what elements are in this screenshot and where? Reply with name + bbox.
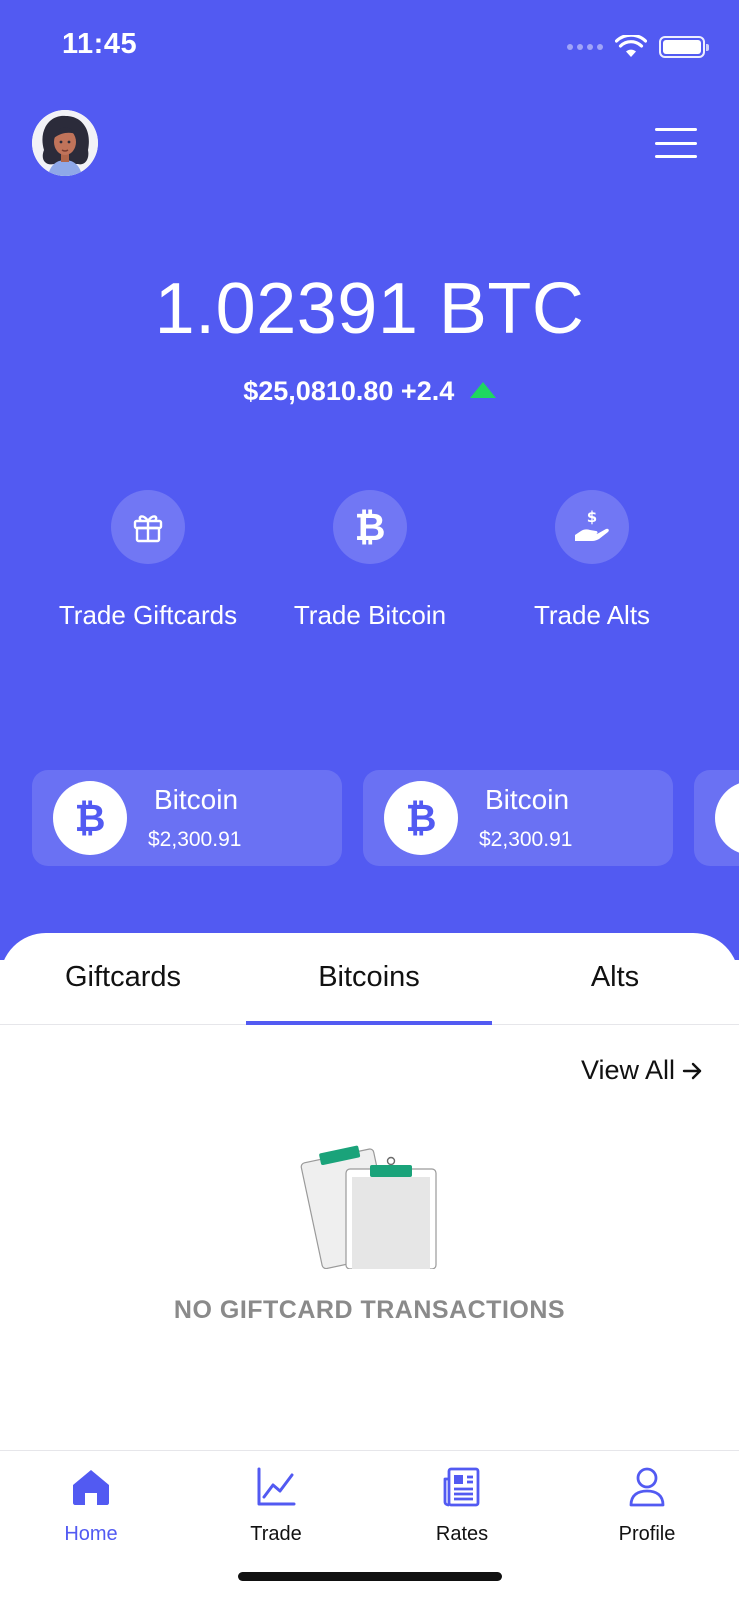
coin-card[interactable]: ₿ Bitcoin $2,300.91: [32, 770, 342, 866]
wallet-hero: 11:45 1.02391 BTC $25,0810.80 +2.4 Trade…: [0, 0, 739, 960]
newspaper-icon: [443, 1467, 480, 1507]
avatar[interactable]: [32, 110, 98, 176]
btc-balance: 1.02391 BTC: [154, 269, 585, 349]
trade-bitcoin-action[interactable]: ₿ Trade Bitcoin: [255, 490, 485, 631]
trend-up-icon: [469, 382, 496, 398]
trade-alts-button[interactable]: $: [555, 490, 629, 564]
nav-profile[interactable]: Profile: [577, 1465, 717, 1546]
trade-alts-label: Trade Alts: [533, 600, 651, 630]
nav-rates-label: Rates: [435, 1523, 489, 1545]
tab-bitcoins[interactable]: Bitcoins: [246, 961, 492, 994]
tab-alts[interactable]: Alts: [492, 961, 738, 994]
nav-home-label: Home: [64, 1523, 118, 1545]
coin-price: $2,300.91: [479, 828, 573, 851]
clipboard-illustration-icon: [300, 1145, 437, 1269]
nav-rates[interactable]: Rates: [392, 1465, 532, 1546]
status-time: 11:45: [62, 28, 138, 60]
battery-icon: [659, 36, 709, 58]
view-all-link[interactable]: View All: [581, 1055, 703, 1086]
cellular-signal-icon: [567, 44, 603, 50]
user-avatar-icon: [32, 110, 98, 176]
trade-giftcards-button[interactable]: [111, 490, 185, 564]
bitcoin-icon: ₿: [405, 795, 437, 840]
bitcoin-icon: ₿: [354, 504, 386, 549]
trade-bitcoin-button[interactable]: ₿: [333, 490, 407, 564]
app-screen: 11:45 1.02391 BTC $25,0810.80 +2.4 Trade…: [0, 0, 739, 1600]
hamburger-menu-icon: [655, 128, 697, 131]
nav-profile-label: Profile: [618, 1523, 676, 1545]
empty-state-message: NO GIFTCARD TRANSACTIONS: [173, 1296, 566, 1324]
hand-dollar-icon: $: [575, 508, 609, 541]
price-change: +2.4: [400, 376, 455, 406]
trade-giftcards-label: Trade Giftcards: [58, 600, 238, 630]
coin-logo: ₿: [384, 781, 458, 855]
trade-alts-action[interactable]: $ Trade Alts: [477, 490, 707, 631]
trade-giftcards-action[interactable]: Trade Giftcards: [33, 490, 263, 631]
tab-giftcards[interactable]: Giftcards: [0, 961, 246, 994]
coin-card[interactable]: ₿ Bitcoin $2,300.91: [363, 770, 673, 866]
coin-price: $2,300.91: [148, 828, 242, 851]
fiat-value: $25,0810.80: [243, 376, 394, 406]
coin-card-partial[interactable]: [694, 770, 739, 866]
transaction-tabs: Giftcards Bitcoins Alts: [0, 933, 739, 1025]
active-tab-indicator: [246, 1021, 492, 1025]
coin-name: Bitcoin: [154, 784, 239, 815]
nav-home[interactable]: Home: [21, 1465, 161, 1546]
bitcoin-icon: ₿: [74, 795, 106, 840]
status-icons: [567, 32, 709, 62]
coin-logo: ₿: [53, 781, 127, 855]
arrow-right-icon: [682, 1062, 702, 1079]
trade-bitcoin-label: Trade Bitcoin: [293, 600, 447, 630]
coin-name: Bitcoin: [485, 784, 570, 815]
svg-text:$: $: [587, 508, 597, 526]
gift-icon: [133, 515, 163, 543]
view-all-label: View All: [580, 1055, 675, 1085]
home-indicator[interactable]: [238, 1572, 502, 1581]
nav-trade[interactable]: Trade: [206, 1465, 346, 1546]
chart-line-icon: [257, 1467, 296, 1506]
coin-logo: [715, 781, 739, 855]
person-icon: [629, 1467, 665, 1507]
menu-button[interactable]: [655, 128, 697, 158]
home-icon: [73, 1470, 109, 1505]
transactions-sheet: Giftcards Bitcoins Alts View All NO GIFT…: [0, 933, 739, 1453]
wifi-icon: [615, 35, 647, 57]
nav-trade-label: Trade: [250, 1523, 302, 1545]
fiat-value-row: $25,0810.80 +2.4: [0, 376, 739, 407]
